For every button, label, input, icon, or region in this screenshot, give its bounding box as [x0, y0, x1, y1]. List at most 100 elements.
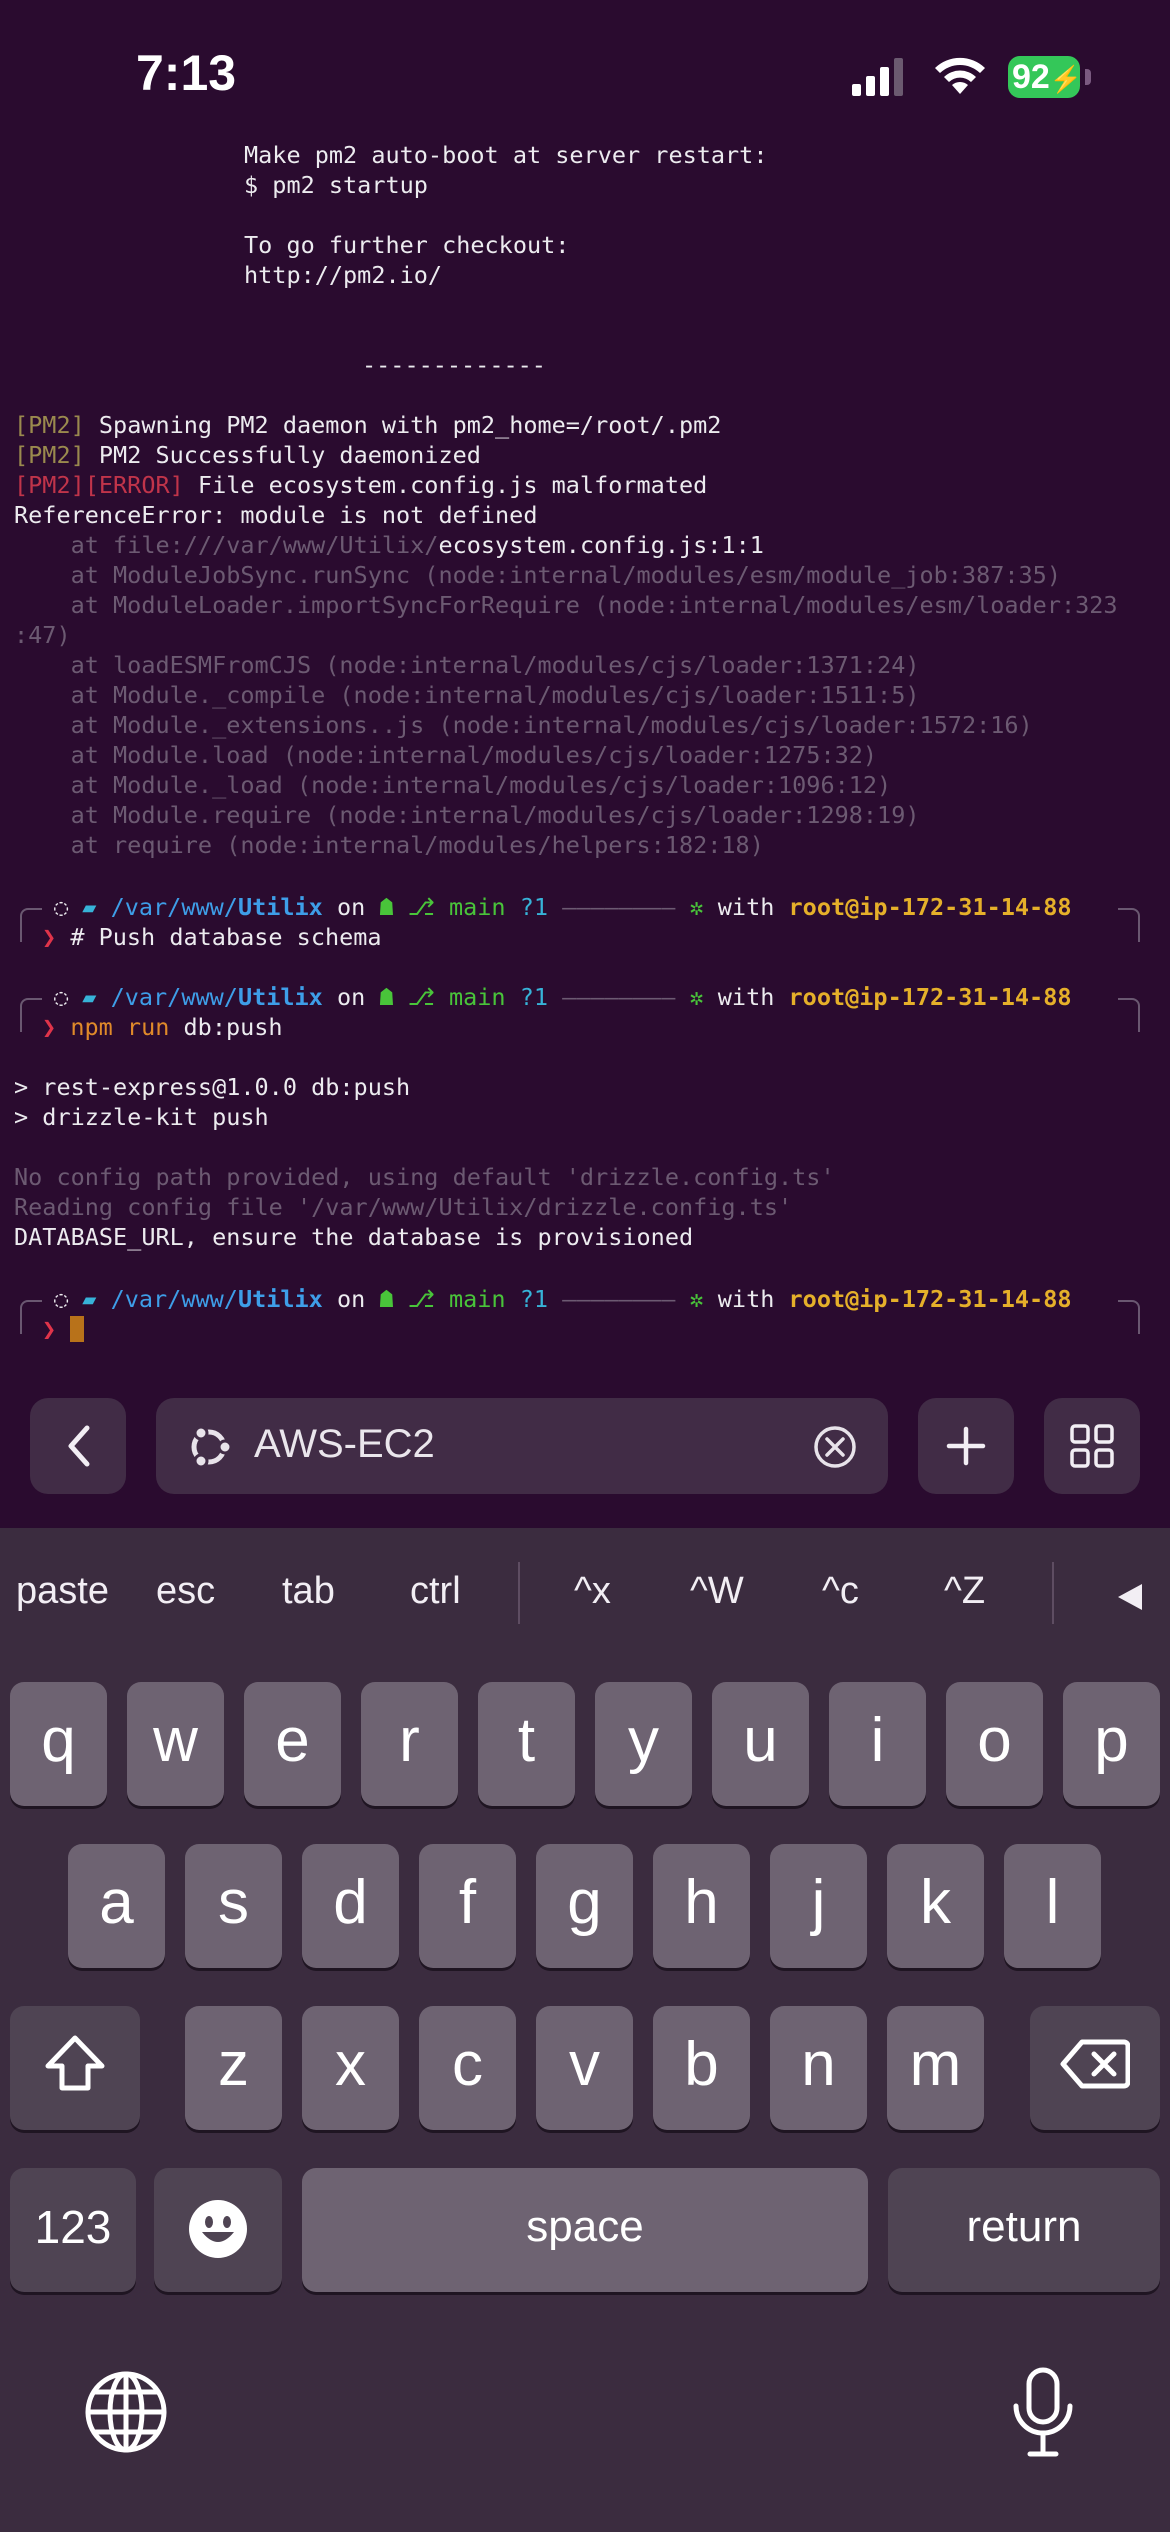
terminal-line: at Module._extensions..js (node:internal… — [14, 711, 1033, 739]
shell-prompt: ◌ ▰ /var/www/Utilix on ☗ ⎇ main ?1 —————… — [54, 983, 1072, 1011]
terminal-line: at Module.require (node:internal/modules… — [14, 801, 920, 829]
back-button[interactable] — [30, 1398, 126, 1494]
quickbar-divider — [518, 1562, 520, 1624]
key-p[interactable]: p — [1063, 1682, 1160, 1806]
quick-key-ctrl-z[interactable]: ^Z — [944, 1570, 985, 1613]
key-s[interactable]: s — [185, 1844, 282, 1968]
terminal-output[interactable]: Make pm2 auto-boot at server restart: $ … — [14, 140, 1164, 1355]
shell-command: ❯ # Push database schema — [42, 923, 382, 951]
ubuntu-icon — [191, 1425, 233, 1469]
quick-key-tab[interactable]: tab — [282, 1570, 335, 1613]
key-a[interactable]: a — [68, 1844, 165, 1968]
session-toolbar: AWS-EC2 — [0, 1398, 1170, 1498]
key-y[interactable]: y — [595, 1682, 692, 1806]
key-t[interactable]: t — [478, 1682, 575, 1806]
terminal-line: DATABASE_URL, ensure the database is pro… — [14, 1223, 694, 1251]
quick-key-ctrl-w[interactable]: ^W — [690, 1570, 744, 1613]
key-u[interactable]: u — [712, 1682, 809, 1806]
terminal-line: To go further checkout: — [244, 231, 570, 259]
terminal-line: ------------- — [362, 351, 546, 379]
status-time: 7:13 — [136, 45, 237, 101]
key-z[interactable]: z — [185, 2006, 282, 2130]
key-v[interactable]: v — [536, 2006, 633, 2130]
key-r[interactable]: r — [361, 1682, 458, 1806]
key-f[interactable]: f — [419, 1844, 516, 1968]
terminal-line: > drizzle-kit push — [14, 1103, 269, 1131]
shift-icon — [45, 2035, 105, 2091]
prompt-os-icon: ◌ — [54, 983, 83, 1011]
quick-key-ctrl-c[interactable]: ^c — [822, 1570, 859, 1613]
plus-icon — [946, 1426, 986, 1466]
wifi-icon — [935, 57, 985, 94]
host-selector[interactable]: AWS-EC2 — [156, 1398, 888, 1494]
key-m[interactable]: m — [887, 2006, 984, 2130]
prompt-frame-right — [1118, 1300, 1140, 1334]
key-n[interactable]: n — [770, 2006, 867, 2130]
new-session-button[interactable] — [918, 1398, 1014, 1494]
key-d[interactable]: d — [302, 1844, 399, 1968]
quick-keys-bar: paste esc tab ctrl ^x ^W ^c ^Z — [0, 1528, 1170, 1658]
key-b[interactable]: b — [653, 2006, 750, 2130]
backspace-icon — [1060, 2039, 1131, 2089]
sessions-grid-button[interactable] — [1044, 1398, 1140, 1494]
terminal-line: at ModuleLoader.importSyncForRequire (no… — [14, 591, 1118, 619]
quickbar-divider — [1052, 1562, 1054, 1624]
shell-prompt: ◌ ▰ /var/www/Utilix on ☗ ⎇ main ?1 —————… — [54, 893, 1072, 921]
key-w[interactable]: w — [127, 1682, 224, 1806]
cellular-signal-icon — [852, 58, 903, 96]
battery-cap — [1085, 69, 1091, 85]
key-c[interactable]: c — [419, 2006, 516, 2130]
gear-icon: ✲ — [675, 1285, 704, 1313]
key-j[interactable]: j — [770, 1844, 867, 1968]
terminal-line: at Module.load (node:internal/modules/cj… — [14, 741, 878, 769]
terminal-line: [PM2][ERROR] File ecosystem.config.js ma… — [14, 471, 708, 499]
prompt-frame-left — [20, 1300, 42, 1334]
terminal-line: $ pm2 startup — [244, 171, 428, 199]
key-g[interactable]: g — [536, 1844, 633, 1968]
terminal-line: at Module._compile (node:internal/module… — [14, 681, 920, 709]
return-key[interactable]: return — [888, 2168, 1160, 2292]
quick-key-ctrl[interactable]: ctrl — [410, 1570, 461, 1613]
status-bar: 7:13 92⚡ — [0, 0, 1170, 150]
terminal-line: http://pm2.io/ — [244, 261, 443, 289]
battery-level: 92 — [1012, 58, 1050, 96]
triangle-left-icon[interactable] — [1116, 1582, 1144, 1612]
shell-command: ❯ npm run db:push — [42, 1013, 283, 1041]
terminal-line: [PM2] PM2 Successfully daemonized — [14, 441, 481, 469]
globe-icon[interactable] — [84, 2370, 168, 2454]
key-k[interactable]: k — [887, 1844, 984, 1968]
text-cursor — [70, 1316, 85, 1342]
shell-input-line[interactable]: ❯ — [42, 1314, 85, 1344]
prompt-frame-right — [1118, 908, 1140, 942]
terminal-line: [PM2] Spawning PM2 daemon with pm2_home=… — [14, 411, 722, 439]
key-i[interactable]: i — [829, 1682, 926, 1806]
terminal-line: ReferenceError: module is not defined — [14, 501, 538, 529]
quick-key-ctrl-x[interactable]: ^x — [574, 1570, 611, 1613]
key-l[interactable]: l — [1004, 1844, 1101, 1968]
key-q[interactable]: q — [10, 1682, 107, 1806]
clear-icon[interactable] — [812, 1424, 858, 1470]
terminal-line: at ModuleJobSync.runSync (node:internal/… — [14, 561, 1061, 589]
numbers-key[interactable]: 123 — [10, 2168, 136, 2292]
space-key[interactable]: space — [302, 2168, 868, 2292]
prompt-os-icon: ◌ — [54, 1285, 83, 1313]
key-e[interactable]: e — [244, 1682, 341, 1806]
prompt-os-icon: ◌ — [54, 893, 83, 921]
terminal-line: Reading config file '/var/www/Utilix/dri… — [14, 1193, 793, 1221]
terminal-line: > rest-express@1.0.0 db:push — [14, 1073, 411, 1101]
git-icon: ☗ ⎇ — [379, 1285, 449, 1313]
emoji-key[interactable] — [154, 2168, 282, 2292]
shift-key[interactable] — [10, 2006, 140, 2130]
quick-key-paste[interactable]: paste — [16, 1570, 109, 1613]
key-h[interactable]: h — [653, 1844, 750, 1968]
git-icon: ☗ ⎇ — [379, 893, 449, 921]
delete-key[interactable] — [1030, 2006, 1160, 2130]
git-icon: ☗ ⎇ — [379, 983, 449, 1011]
key-o[interactable]: o — [946, 1682, 1043, 1806]
terminal-line: :47) — [14, 621, 71, 649]
terminal-line: at Module._load (node:internal/modules/c… — [14, 771, 892, 799]
quick-key-esc[interactable]: esc — [156, 1570, 215, 1613]
prompt-frame-right — [1118, 998, 1140, 1032]
microphone-icon[interactable] — [1010, 2366, 1076, 2458]
key-x[interactable]: x — [302, 2006, 399, 2130]
